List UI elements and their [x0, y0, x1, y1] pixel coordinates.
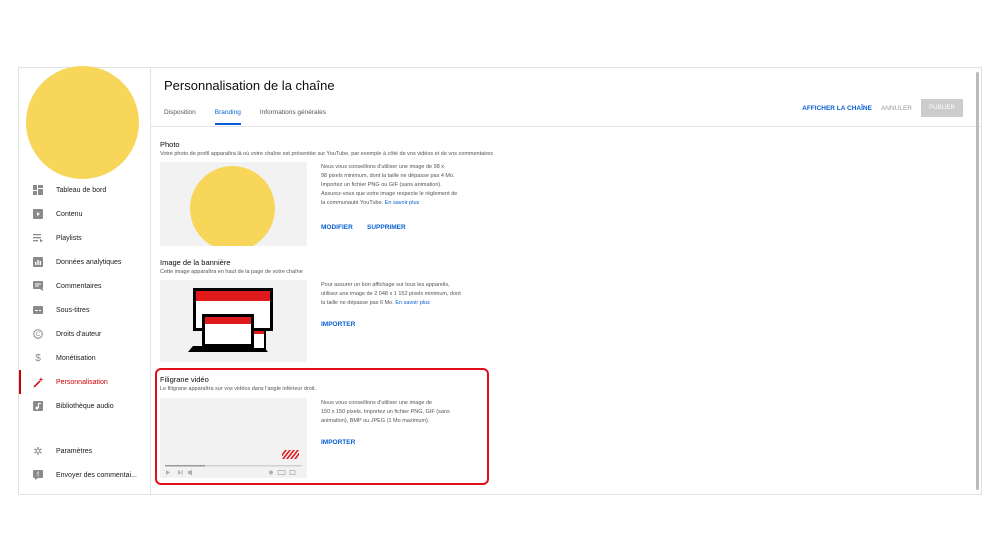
content-icon	[32, 208, 44, 220]
subtitles-icon	[32, 304, 44, 316]
banner-info: Pour assurer un bon affichage sur tous l…	[321, 281, 511, 308]
sidebar-item-label: Commentaires	[56, 282, 102, 290]
page-title: Personnalisation de la chaîne	[164, 78, 335, 93]
sidebar-item-label: Droits d'auteur	[56, 330, 102, 338]
scrollbar[interactable]	[976, 72, 979, 490]
sidebar-item-customization[interactable]: Personnalisation	[19, 370, 150, 394]
sidebar-item-analytics[interactable]: Données analytiques	[19, 250, 150, 274]
profile-photo	[190, 166, 275, 246]
next-icon	[178, 470, 181, 475]
feedback-icon	[32, 469, 44, 481]
sidebar-item-label: Bibliothèque audio	[56, 402, 114, 410]
learn-more-link[interactable]: En savoir plus	[395, 300, 430, 306]
settings-icon	[269, 470, 273, 475]
header-divider	[150, 126, 981, 127]
dollar-icon: $	[35, 352, 41, 364]
view-channel-button[interactable]: AFFICHER LA CHAÎNE	[802, 105, 872, 112]
banner-info-line: la taille ne dépasse pas 6 Mo.	[321, 300, 394, 306]
learn-more-link[interactable]: En savoir plus	[385, 200, 420, 206]
watermark-info-line: Nous vous conseillons d'utiliser une ima…	[321, 400, 433, 406]
channel-avatar[interactable]	[26, 66, 139, 179]
watermark-section-description: Le filigrane apparaîtra sur vos vidéos d…	[160, 386, 317, 392]
magic-wand-icon	[32, 376, 44, 388]
sidebar: Tableau de bord Contenu Playlists Donnée…	[19, 66, 151, 494]
photo-preview	[160, 162, 307, 246]
devices-illustration	[188, 288, 273, 352]
app-window: Tableau de bord Contenu Playlists Donnée…	[18, 66, 982, 495]
watermark-stripes-icon	[282, 450, 299, 459]
photo-section-title: Photo	[160, 140, 180, 149]
watermark-info-line: 150 x 150 pixels. Importez un fichier PN…	[321, 409, 450, 415]
photo-info-line: Assurez-vous que votre image respecte le…	[321, 191, 458, 197]
banner-section-title: Image de la bannière	[160, 258, 231, 267]
sidebar-item-monetization[interactable]: $ Monétisation	[19, 346, 150, 370]
modify-photo-button[interactable]: MODIFIER	[321, 224, 353, 231]
sidebar-item-label: Monétisation	[56, 354, 96, 362]
tab-basic-info[interactable]: Informations générales	[260, 106, 326, 125]
sidebar-bottom-nav: ✲ Paramètres Envoyer des commentai...	[19, 439, 150, 487]
sidebar-item-label: Personnalisation	[56, 378, 108, 386]
tab-branding[interactable]: Branding	[214, 106, 241, 125]
comments-icon	[32, 280, 44, 292]
watermark-info-line: animation), BMP ou JPEG (1 Mo maximum).	[321, 418, 430, 424]
volume-icon	[188, 469, 192, 476]
sidebar-item-playlists[interactable]: Playlists	[19, 226, 150, 250]
sidebar-item-settings[interactable]: ✲ Paramètres	[19, 439, 150, 463]
tab-bar: Disposition Branding Informations généra…	[164, 106, 345, 125]
photo-info-line: Nous vous conseillons d'utiliser une ima…	[321, 164, 445, 170]
sidebar-item-label: Paramètres	[56, 447, 93, 455]
delete-photo-button[interactable]: SUPPRIMER	[367, 224, 406, 231]
banner-section-description: Cette image apparaîtra en haut de la pag…	[160, 269, 303, 275]
gear-icon: ✲	[33, 445, 43, 458]
sidebar-item-label: Playlists	[56, 234, 82, 242]
photo-info-line: Importez un fichier PNG ou GIF (sans ani…	[321, 182, 442, 188]
sidebar-item-label: Envoyer des commentai...	[56, 471, 137, 479]
sidebar-item-audio-library[interactable]: Bibliothèque audio	[19, 394, 150, 418]
copyright-icon: C	[32, 328, 44, 340]
banner-info-line: utilisez une image de 2 048 x 1 152 pixe…	[321, 291, 461, 297]
publish-button[interactable]: PUBLIER	[921, 99, 963, 117]
sidebar-item-label: Contenu	[56, 210, 83, 218]
theater-icon	[277, 470, 286, 475]
header-actions: AFFICHER LA CHAÎNE ANNULER PUBLIER	[802, 99, 963, 117]
banner-info-line: Pour assurer un bon affichage sur tous l…	[321, 282, 450, 288]
sidebar-item-copyright[interactable]: C Droits d'auteur	[19, 322, 150, 346]
photo-info: Nous vous conseillons d'utiliser une ima…	[321, 163, 501, 208]
fullscreen-icon	[289, 470, 296, 475]
banner-preview	[160, 280, 307, 362]
import-banner-button[interactable]: IMPORTER	[321, 321, 355, 328]
sidebar-item-label: Sous-titres	[56, 306, 90, 314]
sidebar-item-comments[interactable]: Commentaires	[19, 274, 150, 298]
photo-info-line: 98 pixels minimum, dont la taille ne dép…	[321, 173, 455, 179]
import-watermark-button[interactable]: IMPORTER	[321, 439, 355, 446]
photo-info-line: la communauté YouTube.	[321, 200, 384, 206]
sidebar-item-label: Tableau de bord	[56, 186, 107, 194]
sidebar-item-content[interactable]: Contenu	[19, 202, 150, 226]
watermark-info: Nous vous conseillons d'utiliser une ima…	[321, 399, 501, 426]
analytics-icon	[32, 256, 44, 268]
sidebar-item-dashboard[interactable]: Tableau de bord	[19, 178, 150, 202]
playlist-icon	[32, 232, 44, 244]
dashboard-icon	[32, 184, 44, 196]
play-icon	[166, 470, 170, 475]
cancel-button[interactable]: ANNULER	[881, 105, 912, 112]
sidebar-item-feedback[interactable]: Envoyer des commentai...	[19, 463, 150, 487]
audio-library-icon	[32, 400, 44, 412]
watermark-section-title: Filigrane vidéo	[160, 375, 209, 384]
watermark-preview	[160, 398, 307, 478]
photo-section-description: Votre photo de profil apparaîtra là où v…	[160, 151, 494, 157]
svg-text:C: C	[36, 332, 41, 338]
sidebar-nav: Tableau de bord Contenu Playlists Donnée…	[19, 178, 150, 418]
sidebar-item-subtitles[interactable]: Sous-titres	[19, 298, 150, 322]
tab-layout[interactable]: Disposition	[164, 106, 196, 125]
video-player-illustration	[165, 450, 302, 476]
sidebar-item-label: Données analytiques	[56, 258, 122, 266]
